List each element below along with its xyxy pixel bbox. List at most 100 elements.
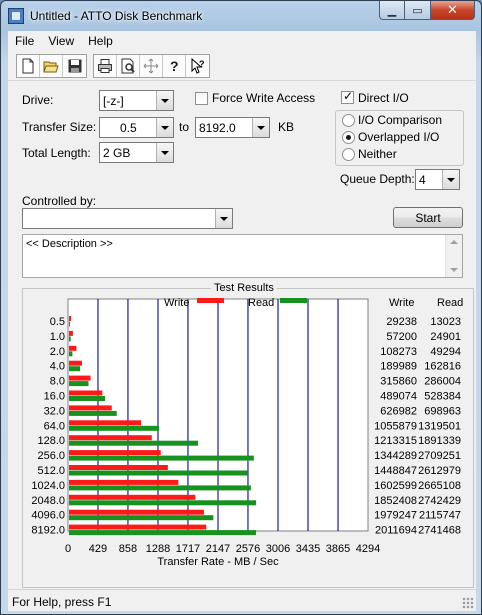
print-button[interactable] (94, 54, 117, 77)
write-bar (69, 494, 196, 500)
close-icon: ✕ (447, 2, 458, 17)
read-value: 13023 (430, 316, 461, 328)
status-text: For Help, press F1 (12, 595, 112, 609)
read-bar (69, 470, 248, 476)
read-bar (69, 321, 70, 327)
read-bar (69, 500, 257, 506)
menu-view[interactable]: View (41, 34, 81, 48)
direct-io-label[interactable]: Direct I/O (358, 91, 409, 105)
force-write-checkbox[interactable] (195, 92, 208, 105)
write-bar (69, 420, 142, 426)
save-icon (68, 59, 81, 72)
neither-label[interactable]: Neither (358, 147, 397, 161)
new-icon (22, 58, 34, 73)
write-bar (69, 524, 207, 530)
write-value: 29238 (386, 316, 417, 328)
x-tick-label: 2147 (206, 543, 230, 555)
row-size-label: 2.0 (50, 346, 65, 358)
read-value: 24901 (430, 331, 461, 343)
queue-depth-select[interactable]: 4 (415, 169, 460, 190)
write-bar (69, 345, 77, 351)
read-value: 528384 (424, 391, 461, 403)
svg-text:?: ? (199, 59, 205, 69)
read-value: 2115747 (419, 510, 461, 522)
close-button[interactable]: ✕ (431, 1, 475, 20)
row-size-label: 4.0 (50, 361, 65, 373)
context-help-button[interactable]: ? (186, 55, 209, 77)
menu-help[interactable]: Help (81, 34, 120, 48)
total-length-label: Total Length: (22, 146, 91, 160)
read-bar (69, 485, 251, 491)
transfer-size-label: Transfer Size: (22, 120, 97, 134)
transfer-size-from-select[interactable]: 0.5 (99, 117, 174, 138)
io-comparison-label[interactable]: I/O Comparison (358, 113, 442, 127)
read-value: 49294 (430, 346, 461, 358)
print-icon (98, 58, 112, 73)
write-value: 1852408 (374, 495, 417, 507)
write-bar (69, 316, 71, 321)
write-bar (69, 390, 103, 396)
read-value: 1319501 (418, 420, 461, 432)
queue-depth-value: 4 (419, 173, 426, 187)
write-value: 626982 (380, 405, 417, 417)
x-tick-label: 858 (119, 543, 137, 555)
app-icon[interactable] (8, 8, 24, 24)
maximize-button[interactable]: ▭ (405, 1, 431, 20)
minimize-button[interactable]: ▁ (379, 1, 405, 20)
resize-grip-icon[interactable] (462, 597, 474, 609)
write-bar (69, 479, 179, 485)
write-value: 1055879 (374, 420, 417, 432)
direct-io-checkbox[interactable] (341, 89, 354, 104)
read-value: 1891339 (418, 435, 461, 447)
transfer-size-to-select[interactable]: 8192.0 (195, 117, 270, 138)
x-tick-label: 4294 (356, 543, 380, 555)
menu-file[interactable]: File (8, 34, 41, 48)
move-button[interactable] (140, 54, 163, 77)
toolbar: ? ? (8, 51, 476, 81)
overlapped-io-label[interactable]: Overlapped I/O (358, 130, 439, 144)
read-bar (69, 530, 257, 536)
force-write-label[interactable]: Force Write Access (212, 91, 315, 105)
help-button[interactable]: ? (163, 54, 186, 77)
row-size-label: 8.0 (50, 376, 65, 388)
row-size-label: 16.0 (44, 391, 65, 403)
chevron-down-icon[interactable] (156, 118, 173, 137)
read-value: 2612979 (418, 465, 461, 477)
x-tick-label: 1717 (176, 543, 200, 555)
read-value: 698963 (424, 405, 461, 417)
open-button[interactable] (40, 54, 63, 77)
legend-read-label: Read (248, 297, 274, 309)
main-panel: Drive: [-z-] Force Write Access Direct I… (8, 81, 476, 589)
read-bar (69, 455, 254, 461)
open-icon (43, 61, 59, 72)
save-button[interactable] (63, 55, 86, 77)
new-button[interactable] (17, 54, 40, 77)
chevron-down-icon[interactable] (156, 91, 173, 110)
row-size-label: 128.0 (37, 435, 65, 447)
neither-radio[interactable] (342, 148, 355, 161)
chevron-down-icon[interactable] (252, 118, 269, 137)
chevron-down-icon[interactable] (442, 170, 459, 189)
row-size-label: 0.5 (50, 316, 65, 328)
chevron-down-icon[interactable] (156, 143, 173, 162)
total-length-select[interactable]: 2 GB (99, 142, 174, 163)
x-axis-title: Transfer Rate - MB / Sec (157, 556, 279, 568)
write-bar (69, 405, 112, 411)
write-bar (69, 435, 152, 441)
write-column-header: Write (389, 297, 414, 309)
total-length-value: 2 GB (103, 146, 131, 160)
overlapped-io-radio[interactable] (342, 131, 355, 144)
x-tick-label: 2576 (236, 543, 260, 555)
read-bar (69, 515, 214, 521)
legend-write-label: Write (164, 297, 189, 309)
row-size-label: 1024.0 (31, 480, 65, 492)
io-comparison-radio[interactable] (342, 114, 355, 127)
title-bar[interactable]: Untitled - ATTO Disk Benchmark ▁ ▭ ✕ (1, 1, 481, 31)
row-size-label: 1.0 (50, 331, 65, 343)
print-preview-button[interactable] (117, 54, 140, 77)
write-value: 489074 (380, 391, 417, 403)
row-size-label: 8192.0 (31, 525, 65, 537)
drive-select[interactable]: [-z-] (99, 90, 174, 111)
transfer-to-value: 8192.0 (199, 121, 236, 135)
read-value: 162816 (424, 361, 461, 373)
